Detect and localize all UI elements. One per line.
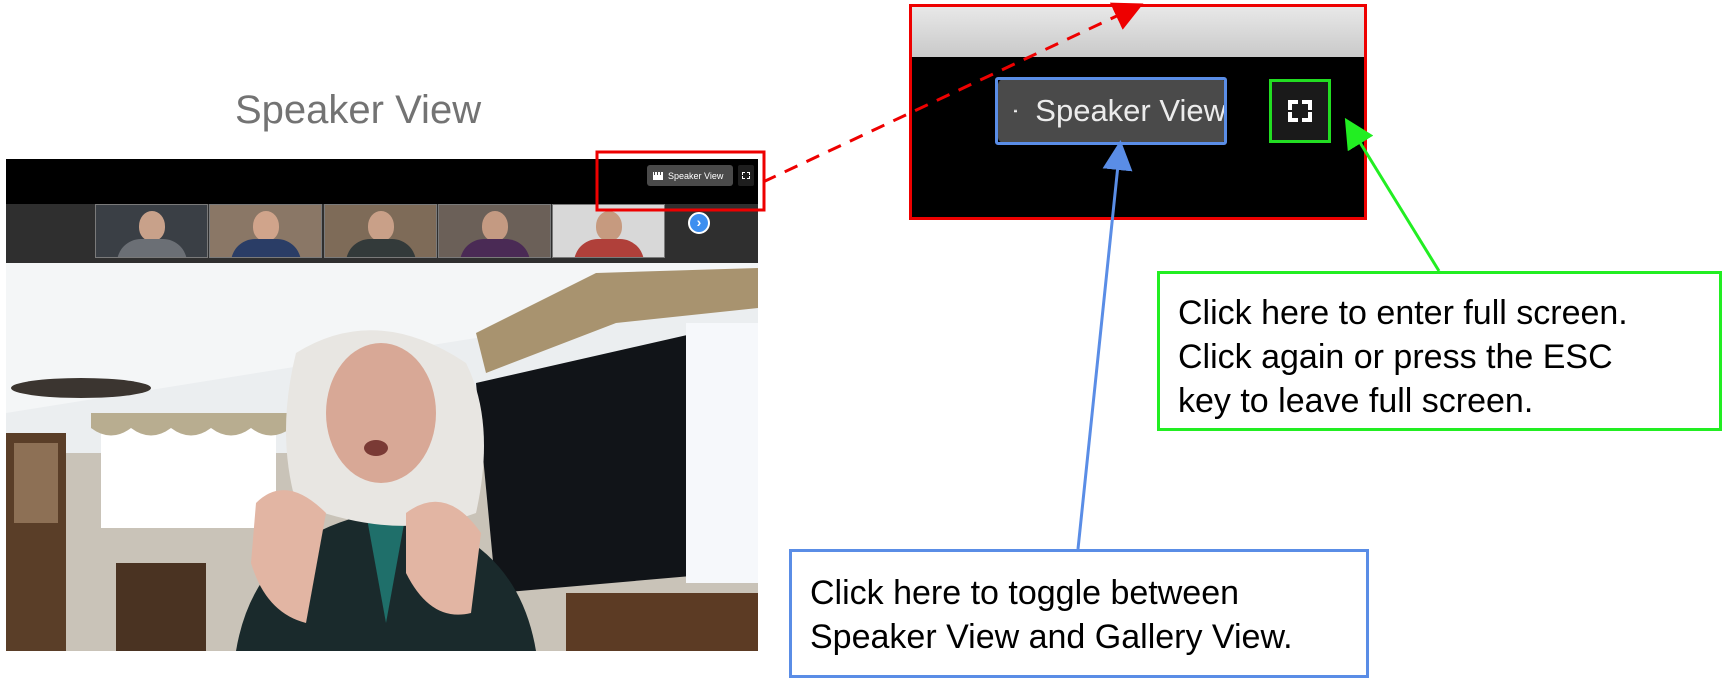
zoom-dashed-arrow bbox=[762, 2, 1144, 184]
toggle-view-arrow bbox=[1076, 140, 1133, 550]
controls-highlight-box bbox=[595, 150, 766, 212]
full-screen-arrow bbox=[1344, 117, 1441, 272]
annotation-overlay bbox=[595, 2, 1441, 550]
